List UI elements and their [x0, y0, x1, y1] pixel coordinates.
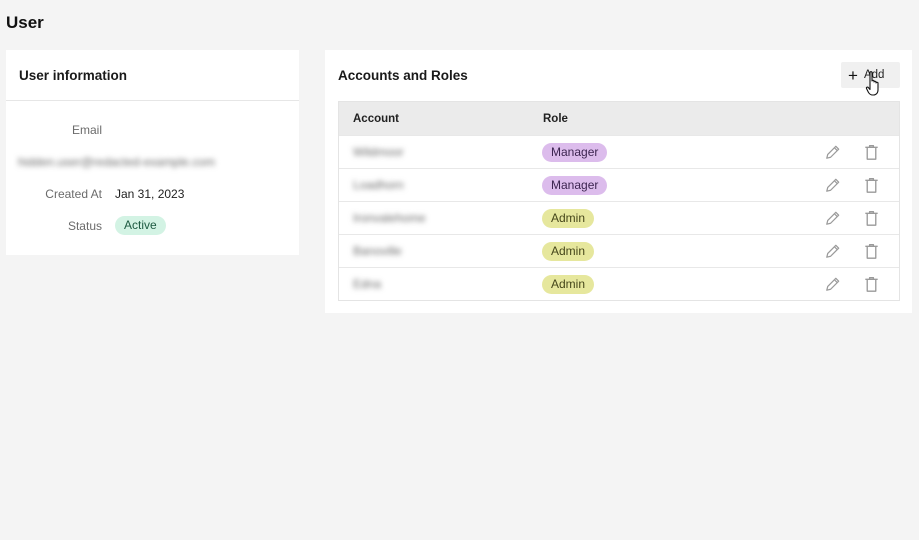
role-badge: Manager: [542, 142, 608, 162]
trash-icon[interactable]: [862, 176, 881, 195]
trash-icon[interactable]: [862, 242, 881, 261]
add-button[interactable]: + Add: [841, 62, 900, 88]
account-name: Ironvalehome: [353, 211, 426, 225]
pencil-icon[interactable]: [823, 176, 842, 195]
account-name: Edna: [353, 277, 382, 291]
created-at-label: Created At: [45, 187, 102, 201]
pencil-icon[interactable]: [823, 242, 842, 261]
status-badge: Active: [115, 216, 166, 235]
plus-icon: +: [848, 65, 858, 85]
accounts-roles-card: Accounts and Roles + Add Account Role Wi…: [325, 50, 912, 313]
trash-icon[interactable]: [862, 209, 881, 228]
add-button-label: Add: [863, 69, 885, 81]
user-information-card: User information Email hidden.user@redac…: [6, 50, 299, 255]
table-row: Banoville Admin: [339, 234, 899, 267]
account-name: Loadhorn: [353, 178, 404, 192]
email-label: Email: [71, 123, 102, 137]
table-header: Account Role: [339, 102, 899, 135]
email-value: hidden.user@redacted-example.com: [18, 155, 215, 169]
user-information-title: User information: [6, 50, 299, 101]
accounts-roles-title: Accounts and Roles: [338, 68, 468, 83]
created-at-value: Jan 31, 2023: [115, 187, 185, 201]
pencil-icon[interactable]: [823, 143, 842, 162]
role-badge: Manager: [542, 175, 608, 195]
table-row: Edna Admin: [339, 267, 899, 300]
trash-icon[interactable]: [862, 275, 881, 294]
account-name: Wildmoor: [353, 145, 404, 159]
table-row: Ironvalehome Admin: [339, 201, 899, 234]
pencil-icon[interactable]: [823, 275, 842, 294]
accounts-table: Account Role Wildmoor Manager Loadhorn M…: [338, 101, 900, 301]
table-row: Loadhorn Manager: [339, 168, 899, 201]
pencil-icon[interactable]: [823, 209, 842, 228]
page-title: User: [6, 13, 44, 32]
column-header-account: Account: [353, 112, 399, 125]
column-header-role: Role: [543, 112, 568, 125]
role-badge: Admin: [542, 241, 595, 261]
role-badge: Admin: [542, 274, 595, 294]
status-label: Status: [67, 219, 102, 233]
role-badge: Admin: [542, 208, 595, 228]
trash-icon[interactable]: [862, 143, 881, 162]
account-name: Banoville: [353, 244, 402, 258]
table-row: Wildmoor Manager: [339, 135, 899, 168]
